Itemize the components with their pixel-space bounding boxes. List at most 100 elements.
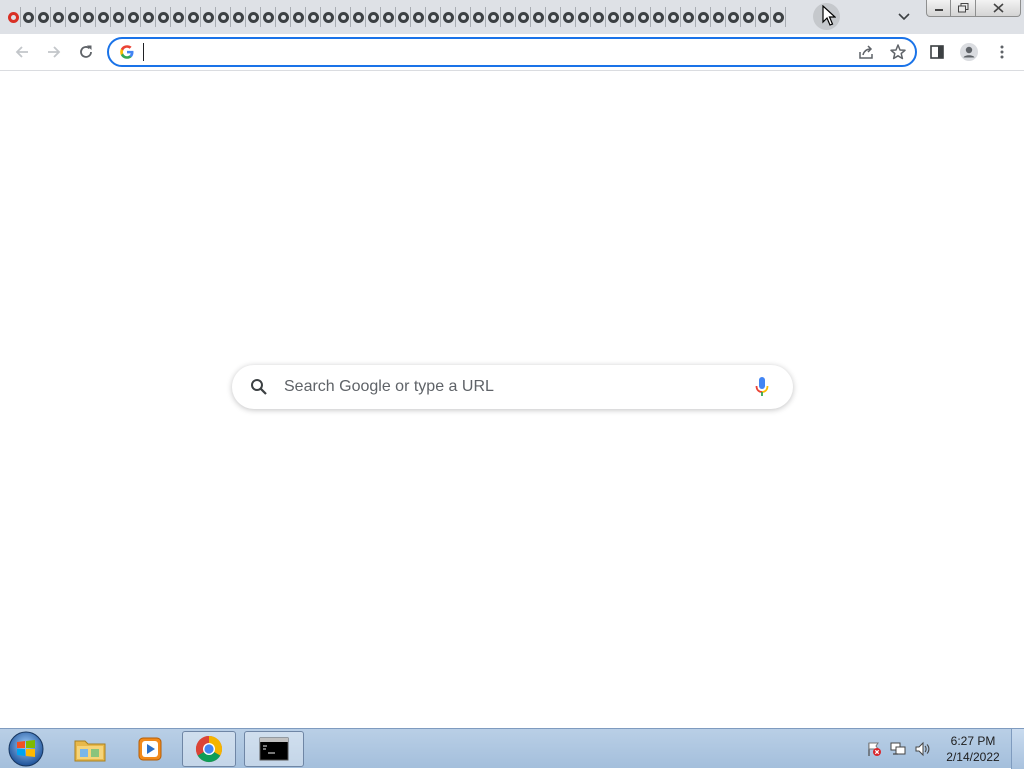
network-icon[interactable] (890, 741, 906, 757)
reload-icon (80, 45, 92, 58)
browser-tab[interactable] (321, 7, 336, 27)
browser-tab[interactable] (336, 7, 351, 27)
tab-favicon-icon (112, 11, 124, 23)
address-input[interactable] (143, 42, 843, 62)
tab-favicon-icon (172, 11, 184, 23)
browser-tab[interactable] (111, 7, 126, 27)
browser-tab[interactable] (651, 7, 666, 27)
browser-tab[interactable] (216, 7, 231, 27)
browser-tab[interactable] (501, 7, 516, 27)
browser-tab[interactable] (636, 7, 651, 27)
side-panel-button[interactable] (923, 38, 951, 66)
browser-tab[interactable] (306, 7, 321, 27)
browser-tab[interactable] (741, 7, 756, 27)
share-icon[interactable] (857, 43, 875, 61)
mouse-cursor-icon (822, 5, 836, 26)
chrome-icon (195, 735, 223, 763)
browser-tab[interactable] (291, 7, 306, 27)
show-desktop-button[interactable] (1011, 729, 1024, 769)
browser-tab[interactable] (546, 7, 561, 27)
tab-favicon-icon (757, 11, 769, 23)
browser-tab[interactable] (411, 7, 426, 27)
browser-tab[interactable] (456, 7, 471, 27)
tab-search-button[interactable] (893, 7, 915, 27)
profile-button[interactable] (955, 38, 983, 66)
tab-favicon-icon (487, 11, 499, 23)
tab-favicon-icon (52, 11, 64, 23)
browser-tab[interactable] (441, 7, 456, 27)
browser-tab[interactable] (426, 7, 441, 27)
reload-button[interactable] (72, 38, 100, 66)
browser-tab[interactable] (66, 7, 81, 27)
microphone-icon[interactable] (754, 376, 770, 398)
browser-tab[interactable] (246, 7, 261, 27)
tab-favicon-icon (352, 11, 364, 23)
taskbar-chrome[interactable] (182, 731, 236, 767)
tab-favicon-icon (22, 11, 34, 23)
browser-tab[interactable] (591, 7, 606, 27)
text-caret (143, 43, 144, 61)
browser-tab[interactable] (201, 7, 216, 27)
browser-tab[interactable] (726, 7, 741, 27)
back-button[interactable] (8, 38, 36, 66)
ntp-search-box[interactable]: Search Google or type a URL (232, 365, 793, 409)
tab-favicon-icon (217, 11, 229, 23)
browser-tab[interactable] (531, 7, 546, 27)
browser-tab[interactable] (276, 7, 291, 27)
browser-tab[interactable] (126, 7, 141, 27)
star-icon[interactable] (889, 43, 907, 61)
browser-tab[interactable] (6, 7, 21, 27)
system-clock[interactable]: 6:27 PM 2/14/2022 (940, 733, 1006, 765)
browser-tab[interactable] (756, 7, 771, 27)
browser-tab[interactable] (186, 7, 201, 27)
close-icon (992, 3, 1004, 13)
browser-tab[interactable] (606, 7, 621, 27)
browser-tab[interactable] (621, 7, 636, 27)
tab-favicon-icon (397, 11, 409, 23)
browser-tab[interactable] (81, 7, 96, 27)
forward-button[interactable] (40, 38, 68, 66)
tab-favicon-icon (202, 11, 214, 23)
volume-icon[interactable] (914, 741, 930, 757)
taskbar-explorer[interactable] (62, 731, 118, 767)
taskbar-cmd[interactable] (244, 731, 304, 767)
browser-tab[interactable] (231, 7, 246, 27)
browser-tab[interactable] (396, 7, 411, 27)
browser-tab[interactable] (561, 7, 576, 27)
ntp-search-placeholder: Search Google or type a URL (284, 378, 494, 395)
browser-tab[interactable] (696, 7, 711, 27)
browser-tab[interactable] (576, 7, 591, 27)
tab-favicon-icon (427, 11, 439, 23)
tab-favicon-icon (502, 11, 514, 23)
taskbar-media-player[interactable] (122, 731, 178, 767)
browser-tab[interactable] (666, 7, 681, 27)
browser-tab[interactable] (771, 7, 786, 27)
tab-favicon-icon (367, 11, 379, 23)
browser-tab[interactable] (21, 7, 36, 27)
browser-tab[interactable] (711, 7, 726, 27)
browser-tab[interactable] (381, 7, 396, 27)
browser-tab[interactable] (516, 7, 531, 27)
browser-tab[interactable] (36, 7, 51, 27)
browser-tab[interactable] (486, 7, 501, 27)
browser-tab[interactable] (366, 7, 381, 27)
browser-tab[interactable] (141, 7, 156, 27)
tab-favicon-icon (442, 11, 454, 23)
minimize-button[interactable] (926, 0, 951, 17)
browser-tab[interactable] (351, 7, 366, 27)
browser-tab[interactable] (471, 7, 486, 27)
tab-favicon-icon (37, 11, 49, 23)
browser-tab[interactable] (96, 7, 111, 27)
action-center-flag-icon[interactable] (866, 741, 882, 757)
browser-tab[interactable] (156, 7, 171, 27)
browser-tab[interactable] (171, 7, 186, 27)
start-button[interactable] (6, 730, 46, 768)
address-bar[interactable] (107, 37, 917, 67)
restore-button[interactable] (951, 0, 976, 17)
close-button[interactable] (976, 0, 1021, 17)
browser-tab[interactable] (681, 7, 696, 27)
browser-tab[interactable] (51, 7, 66, 27)
browser-tab[interactable] (261, 7, 276, 27)
tab-strip (0, 0, 1024, 34)
menu-button[interactable] (988, 38, 1016, 66)
